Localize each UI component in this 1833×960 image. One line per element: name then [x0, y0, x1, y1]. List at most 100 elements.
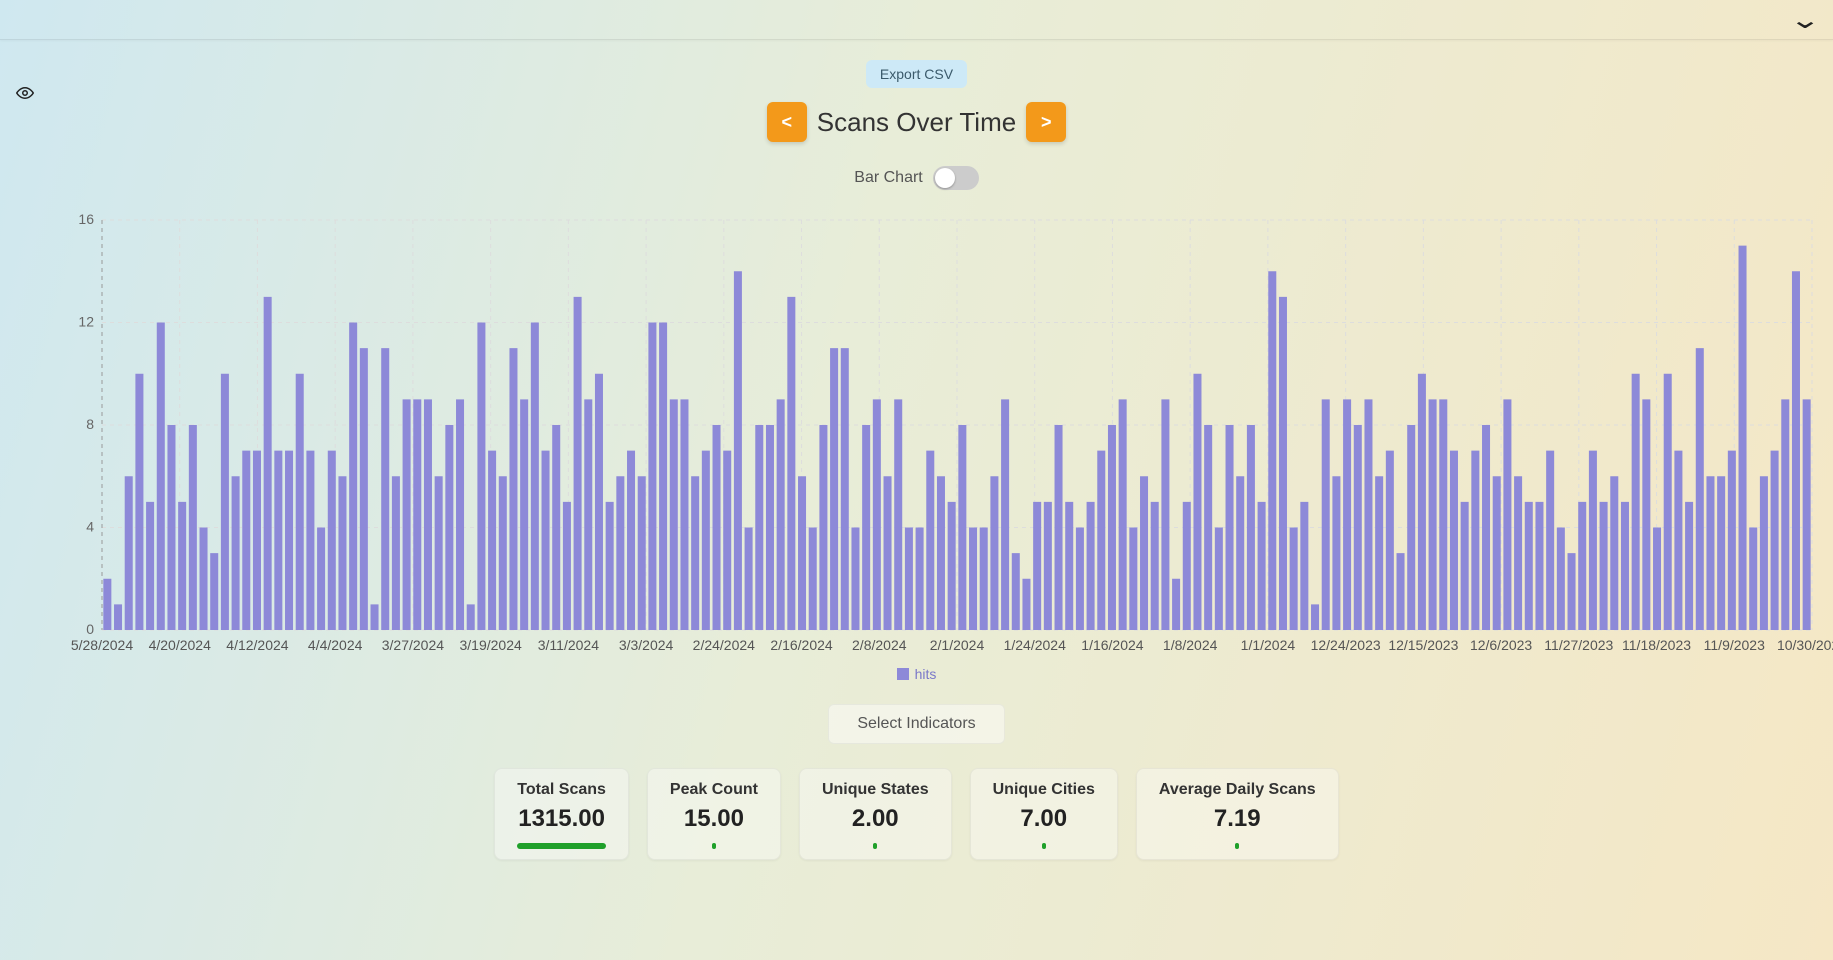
chart-bar — [317, 528, 325, 631]
chart-bar — [659, 323, 667, 631]
chart-bar — [413, 399, 421, 630]
svg-text:8: 8 — [86, 416, 94, 432]
chart-bar — [573, 297, 581, 630]
legend-swatch — [897, 668, 909, 680]
chart-bar — [744, 528, 752, 631]
chart-bar — [541, 451, 549, 630]
select-indicators-button[interactable]: Select Indicators — [828, 704, 1004, 744]
svg-text:1/8/2024: 1/8/2024 — [1162, 637, 1217, 653]
chart-bar — [1065, 502, 1073, 630]
chart-bar — [114, 604, 122, 630]
chart-bar — [637, 476, 645, 630]
main-content: Export CSV < Scans Over Time > Bar Chart… — [0, 40, 1833, 890]
chart-bar — [1033, 502, 1041, 630]
svg-text:12/15/2023: 12/15/2023 — [1388, 637, 1458, 653]
chart-bar — [1001, 399, 1009, 630]
svg-text:4: 4 — [86, 519, 94, 535]
stat-indicator-bar — [1235, 843, 1239, 849]
chart-bar — [1439, 399, 1447, 630]
svg-text:3/27/2024: 3/27/2024 — [381, 637, 443, 653]
prev-button[interactable]: < — [767, 102, 807, 142]
chart-bar — [765, 425, 773, 630]
svg-text:2/8/2024: 2/8/2024 — [852, 637, 907, 653]
chart-bar — [306, 451, 314, 630]
chart-bar — [851, 528, 859, 631]
chart-bar — [894, 399, 902, 630]
chart-bar — [1075, 528, 1083, 631]
chart-bar — [787, 297, 795, 630]
chart-bar — [1706, 476, 1714, 630]
chart-bar — [1193, 374, 1201, 630]
chart-bar — [1268, 271, 1276, 630]
stat-card[interactable]: Unique Cities7.00 — [970, 768, 1118, 860]
stat-label: Peak Count — [670, 781, 758, 799]
next-button[interactable]: > — [1026, 102, 1066, 142]
stat-value: 7.00 — [993, 805, 1095, 833]
page-title: Scans Over Time — [817, 107, 1016, 138]
chart-bar — [1567, 553, 1575, 630]
chart-bar — [252, 451, 260, 630]
chart-bar — [285, 451, 293, 630]
chart-bar — [1086, 502, 1094, 630]
chart-bar — [562, 502, 570, 630]
chart-bar — [231, 476, 239, 630]
svg-text:11/18/2023: 11/18/2023 — [1622, 637, 1691, 653]
stat-label: Total Scans — [517, 781, 606, 799]
svg-text:12/6/2023: 12/6/2023 — [1469, 637, 1531, 653]
eye-icon[interactable] — [16, 84, 34, 107]
chart-bar — [1503, 399, 1511, 630]
stat-label: Average Daily Scans — [1159, 781, 1316, 799]
chart-bar — [1343, 399, 1351, 630]
chart-bar — [1428, 399, 1436, 630]
chart-bar — [1364, 399, 1372, 630]
chart-bar — [338, 476, 346, 630]
stat-card[interactable]: Average Daily Scans7.19 — [1136, 768, 1339, 860]
svg-text:12: 12 — [78, 314, 94, 330]
chart-bar — [1172, 579, 1180, 630]
stat-card[interactable]: Total Scans 1315.00 — [494, 768, 629, 860]
stat-value: 1315.00 — [517, 805, 606, 833]
chart-bar — [1460, 502, 1468, 630]
chart-bar — [648, 323, 656, 631]
chart-bar — [1749, 528, 1757, 631]
chart-bar — [498, 476, 506, 630]
chart-bar — [274, 451, 282, 630]
stat-card[interactable]: Peak Count15.00 — [647, 768, 781, 860]
stat-label: Unique States — [822, 781, 929, 799]
chart-type-toggle[interactable] — [933, 166, 979, 190]
chart-bar — [1514, 476, 1522, 630]
title-row: < Scans Over Time > — [767, 102, 1066, 142]
chart-bar — [862, 425, 870, 630]
chart-bar — [1204, 425, 1212, 630]
svg-text:16: 16 — [78, 211, 94, 227]
chart-bar — [1022, 579, 1030, 630]
chart-bar — [1225, 425, 1233, 630]
svg-text:1/1/2024: 1/1/2024 — [1240, 637, 1295, 653]
chart-bar — [979, 528, 987, 631]
chart-bar — [958, 425, 966, 630]
chart-bar — [594, 374, 602, 630]
chart-bar — [1300, 502, 1308, 630]
chart-bar — [1620, 502, 1628, 630]
svg-text:10/30/2023: 10/30/2023 — [1776, 637, 1833, 653]
chart-bar — [1289, 528, 1297, 631]
chart-bar — [1353, 425, 1361, 630]
chart-bar — [1791, 271, 1799, 630]
chart-bar — [381, 348, 389, 630]
chart-bar — [1578, 502, 1586, 630]
svg-text:11/9/2023: 11/9/2023 — [1703, 637, 1764, 653]
chevron-down-icon[interactable]: ⌄ — [1789, 6, 1821, 35]
chart-bar — [883, 476, 891, 630]
chart-bar — [1471, 451, 1479, 630]
export-csv-button[interactable]: Export CSV — [866, 60, 967, 88]
chart-bar — [1556, 528, 1564, 631]
chart-bar — [926, 451, 934, 630]
chart-bar — [327, 451, 335, 630]
chart-bar — [1524, 502, 1532, 630]
bar-chart: 04812165/28/20244/20/20244/12/20244/4/20… — [52, 210, 1822, 660]
chart-bar — [969, 528, 977, 631]
chart-bar — [1546, 451, 1554, 630]
stat-card[interactable]: Unique States2.00 — [799, 768, 952, 860]
chart-bar — [712, 425, 720, 630]
chart-bar — [723, 451, 731, 630]
